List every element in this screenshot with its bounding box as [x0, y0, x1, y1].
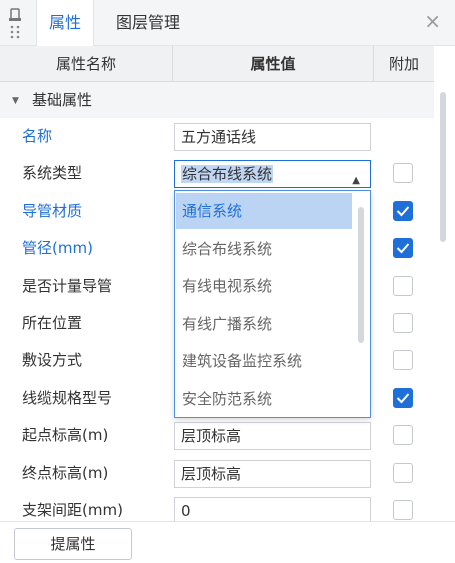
property-value-text: 层顶标高: [181, 427, 242, 446]
property-name: 终点标高(m): [22, 463, 109, 482]
tab-properties[interactable]: 属性: [36, 0, 95, 46]
property-value-text: 综合布线系统: [181, 165, 274, 184]
property-name: 敷设方式: [22, 351, 83, 370]
property-value-text: 0: [181, 502, 191, 520]
caret-up-icon[interactable]: ▲: [352, 168, 360, 187]
extra-checkbox[interactable]: [393, 275, 413, 296]
dropdown-option[interactable]: 综合布线系统: [176, 231, 352, 267]
property-name: 起点标高(m): [22, 426, 109, 445]
header-extra: 附加: [388, 55, 419, 73]
pin-icon[interactable]: [8, 8, 22, 40]
group-label: 基础属性: [32, 91, 93, 109]
extra-checkbox[interactable]: [393, 238, 413, 259]
extra-checkbox[interactable]: [393, 500, 413, 520]
system-type-select[interactable]: 综合布线系统 ▲: [174, 160, 371, 189]
header-property-name: 属性名称: [55, 55, 116, 73]
property-name: 管径(mm): [22, 239, 93, 258]
extra-checkbox[interactable]: [393, 200, 413, 221]
group-basic-properties[interactable]: ▼ 基础属性: [0, 82, 434, 118]
property-value-field[interactable]: 层顶标高: [174, 422, 371, 451]
extra-checkbox[interactable]: [393, 462, 413, 483]
extra-checkbox[interactable]: [393, 313, 413, 333]
dropdown-option[interactable]: 有线广播系统: [176, 306, 352, 342]
dropdown-option[interactable]: 安全防范系统: [176, 381, 352, 417]
system-type-dropdown-list: 通信系统 综合布线系统 有线电视系统 有线广播系统 建筑设备监控系统 安全防范系统: [174, 190, 371, 418]
table-header: 属性名称 属性值 附加: [0, 46, 434, 82]
property-value-field[interactable]: 层顶标高: [174, 459, 371, 488]
header-property-value: 属性值: [250, 55, 296, 73]
collapse-triangle-icon[interactable]: ▼: [12, 96, 19, 106]
extra-checkbox[interactable]: [393, 425, 413, 446]
property-name: 导管材质: [22, 201, 83, 220]
table-row[interactable]: 系统类型 综合布线系统 ▲: [0, 155, 434, 192]
extra-checkbox[interactable]: [393, 350, 413, 371]
property-name: 名称: [22, 127, 53, 145]
property-name: 所在位置: [22, 314, 83, 332]
property-name: 系统类型: [22, 164, 83, 183]
dropdown-scrollbar[interactable]: [358, 207, 364, 343]
property-name: 是否计量导管: [22, 276, 113, 295]
property-name: 线缆规格型号: [22, 388, 113, 407]
table-row[interactable]: 起点标高(m) 层顶标高: [0, 417, 434, 454]
table-row[interactable]: 终点标高(m) 层顶标高: [0, 455, 434, 492]
extra-checkbox[interactable]: [393, 387, 413, 408]
check-icon: [396, 243, 410, 254]
property-value-field[interactable]: 五方通话线: [174, 123, 371, 151]
panel-tab-bar: 属性 图层管理 ×: [0, 0, 455, 46]
close-icon[interactable]: ×: [424, 11, 441, 31]
tab-layer-management[interactable]: 图层管理: [104, 0, 192, 46]
dropdown-option[interactable]: 建筑设备监控系统: [176, 343, 352, 379]
property-value-text: 五方通话线: [181, 128, 257, 146]
property-value-text: 层顶标高: [181, 464, 242, 483]
panel-scrollbar[interactable]: [440, 92, 446, 242]
dropdown-option[interactable]: 有线电视系统: [176, 268, 352, 304]
check-icon: [396, 206, 410, 217]
dropdown-option[interactable]: 通信系统: [176, 193, 352, 229]
extract-properties-button[interactable]: 提属性: [14, 528, 132, 560]
panel-footer: 提属性: [0, 521, 455, 563]
check-icon: [396, 393, 410, 404]
extra-checkbox[interactable]: [393, 163, 413, 184]
table-row[interactable]: 名称 五方通话线: [0, 118, 434, 155]
